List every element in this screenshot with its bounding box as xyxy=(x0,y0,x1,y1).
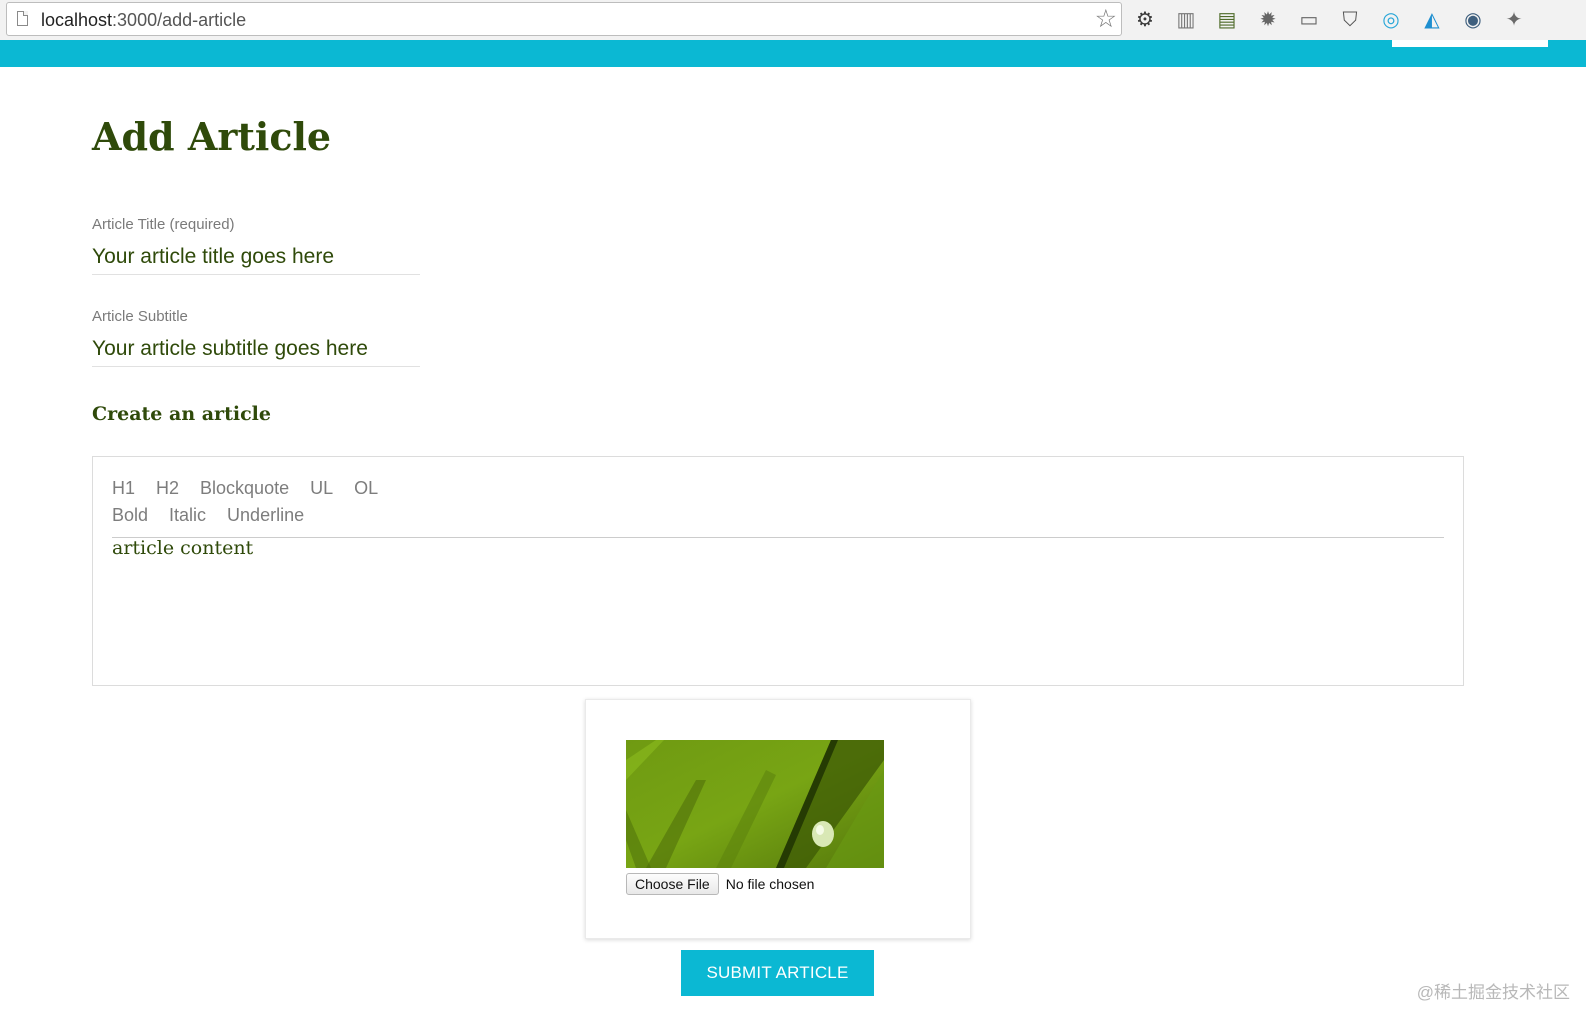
editor-content-area[interactable]: article content xyxy=(112,537,1444,667)
url-text[interactable]: localhost:3000/add-article xyxy=(41,10,246,31)
address-bar[interactable]: localhost:3000/add-article ☆ xyxy=(6,2,1122,36)
toolbar-underline-button[interactable]: Underline xyxy=(227,505,304,526)
toolbar-row-inline: Bold Italic Underline xyxy=(112,502,1444,529)
watermark: @稀土掘金技术社区 xyxy=(1416,983,1570,1002)
bookmark-star-icon[interactable]: ☆ xyxy=(1095,4,1117,34)
page-title: Add Article xyxy=(92,114,332,159)
url-host: localhost xyxy=(41,10,113,30)
toolbar-ul-button[interactable]: UL xyxy=(310,478,333,499)
toolbar-h2-button[interactable]: H2 xyxy=(156,478,179,499)
article-subtitle-label: Article Subtitle xyxy=(92,308,188,325)
toolbar-h1-button[interactable]: H1 xyxy=(112,478,135,499)
editor-toolbar: H1 H2 Blockquote UL OL Bold Italic Underline xyxy=(112,475,1444,538)
globe-blue-icon[interactable]: ◎ xyxy=(1378,7,1404,33)
film-icon[interactable]: ▤ xyxy=(1214,7,1240,33)
article-title-label: Article Title (required) xyxy=(92,216,235,233)
bug-icon[interactable]: ✹ xyxy=(1255,7,1281,33)
toolbar-blockquote-button[interactable]: Blockquote xyxy=(200,478,289,499)
file-status-text: No file chosen xyxy=(725,876,815,892)
toolbar-row-block: H1 H2 Blockquote UL OL xyxy=(112,475,1444,502)
pin-icon[interactable]: ✦ xyxy=(1501,7,1527,33)
px-ruler-icon[interactable]: ▥ xyxy=(1173,7,1199,33)
article-title-input[interactable] xyxy=(92,240,420,275)
page-icon xyxy=(17,11,28,26)
browser-toolbar: localhost:3000/add-article ☆ ⚙ ▥ ▤ ✹ ▭ ⛉ ◎ ◭ ◉ ✦ xyxy=(0,0,1586,41)
pocket-icon[interactable]: ⛉ xyxy=(1337,7,1363,33)
article-subtitle-input[interactable] xyxy=(92,332,420,367)
toolbar-italic-button[interactable]: Italic xyxy=(169,505,206,526)
triangle-icon[interactable]: ◭ xyxy=(1419,7,1445,33)
image-upload-card: Choose File No file chosen xyxy=(585,699,971,939)
file-input-row: Choose File No file chosen xyxy=(626,873,814,895)
gear-icon[interactable]: ⚙ xyxy=(1132,7,1158,33)
world-icon[interactable]: ◉ xyxy=(1460,7,1486,33)
app-header xyxy=(0,40,1586,67)
rich-text-editor: H1 H2 Blockquote UL OL Bold Italic Underline a… xyxy=(92,456,1464,686)
new-badge-icon[interactable]: ▭ xyxy=(1296,7,1322,33)
url-path: :3000/add-article xyxy=(112,10,247,30)
submit-article-button[interactable]: SUBMIT ARTICLE xyxy=(681,950,874,996)
choose-file-button[interactable]: Choose File xyxy=(626,873,719,895)
toolbar-bold-button[interactable]: Bold xyxy=(112,505,148,526)
extensions-toolbar: ⚙ ▥ ▤ ✹ ▭ ⛉ ◎ ◭ ◉ ✦ xyxy=(1132,5,1542,35)
header-search-input[interactable] xyxy=(1392,40,1548,47)
toolbar-ol-button[interactable]: OL xyxy=(354,478,378,499)
editor-heading: Create an article xyxy=(92,403,271,425)
image-preview xyxy=(626,740,884,868)
